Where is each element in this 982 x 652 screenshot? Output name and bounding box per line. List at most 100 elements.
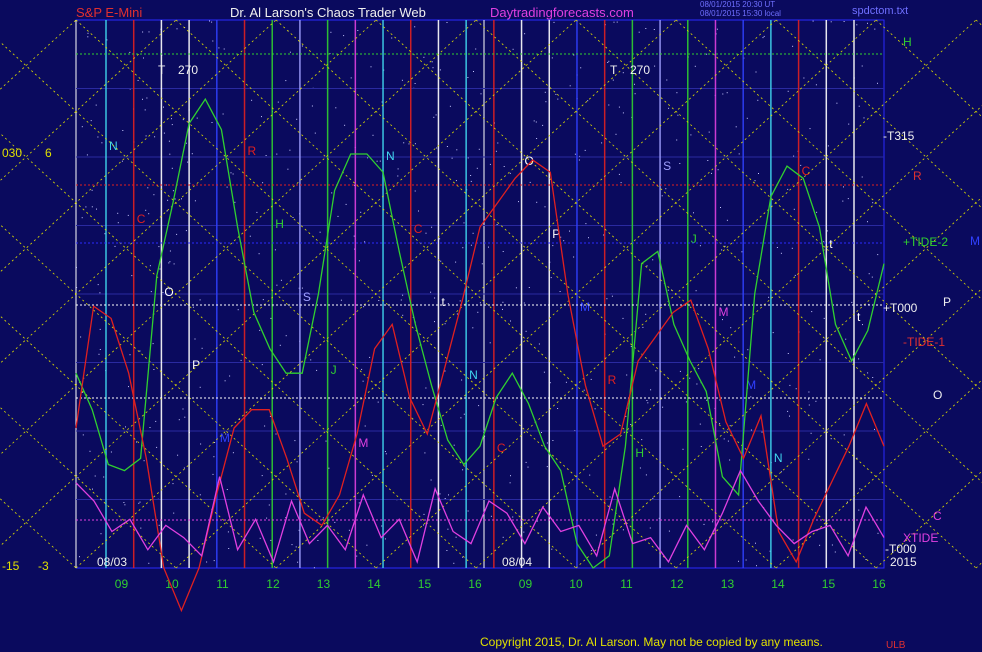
star-dot bbox=[845, 338, 847, 340]
star-dot bbox=[478, 148, 480, 150]
star-dot bbox=[81, 392, 83, 393]
star-dot bbox=[756, 565, 757, 567]
star-dot bbox=[364, 241, 366, 243]
timeline-letter: H bbox=[275, 217, 284, 231]
star-dot bbox=[432, 67, 434, 69]
star-dot bbox=[444, 370, 446, 372]
star-dot bbox=[206, 561, 208, 563]
timeline-letter: N bbox=[469, 368, 478, 382]
star-dot bbox=[518, 201, 519, 203]
star-dot bbox=[645, 313, 647, 315]
star-dot bbox=[646, 265, 648, 267]
star-dot bbox=[794, 274, 796, 276]
star-dot bbox=[99, 328, 101, 330]
star-dot bbox=[168, 262, 170, 264]
star-dot bbox=[328, 467, 330, 469]
star-dot bbox=[191, 153, 193, 155]
star-dot bbox=[823, 317, 825, 319]
star-dot bbox=[503, 166, 505, 167]
star-dot bbox=[200, 443, 202, 445]
copyright-corner: ULB bbox=[886, 640, 906, 651]
star-dot bbox=[449, 105, 451, 107]
star-dot bbox=[447, 528, 449, 530]
star-dot bbox=[97, 284, 99, 286]
star-dot bbox=[642, 326, 644, 328]
star-dot bbox=[780, 471, 782, 473]
star-dot bbox=[525, 330, 527, 332]
star-dot bbox=[480, 93, 482, 95]
star-dot bbox=[655, 370, 657, 372]
star-dot bbox=[862, 324, 863, 326]
star-dot bbox=[754, 180, 756, 182]
star-dot bbox=[479, 302, 481, 304]
star-dot bbox=[831, 544, 833, 546]
star-dot bbox=[734, 356, 736, 358]
star-dot bbox=[266, 517, 268, 519]
star-dot bbox=[787, 410, 789, 412]
star-dot bbox=[81, 217, 83, 219]
star-dot bbox=[872, 377, 874, 378]
star-dot bbox=[185, 230, 187, 232]
star-dot bbox=[391, 37, 393, 39]
star-dot bbox=[301, 287, 303, 289]
star-dot bbox=[758, 173, 759, 174]
star-dot bbox=[194, 200, 196, 202]
timeline-letter: N bbox=[386, 149, 395, 163]
timeline-letter: M bbox=[358, 436, 368, 450]
star-dot bbox=[791, 247, 793, 249]
star-dot bbox=[475, 48, 477, 50]
star-dot bbox=[559, 291, 561, 292]
star-dot bbox=[634, 93, 636, 95]
star-dot bbox=[496, 224, 498, 225]
star-dot bbox=[858, 105, 860, 107]
star-dot bbox=[611, 295, 613, 297]
star-dot bbox=[173, 512, 175, 514]
star-dot bbox=[711, 172, 712, 174]
star-dot bbox=[489, 163, 491, 165]
star-dot bbox=[145, 135, 147, 137]
star-dot bbox=[362, 380, 364, 382]
star-dot bbox=[668, 530, 670, 532]
star-dot bbox=[730, 327, 732, 329]
star-dot bbox=[574, 153, 576, 155]
star-dot bbox=[455, 536, 457, 538]
star-dot bbox=[456, 313, 458, 315]
star-dot bbox=[512, 48, 514, 50]
star-dot bbox=[787, 188, 789, 190]
star-dot bbox=[874, 428, 875, 430]
x-tick-label: 15 bbox=[822, 577, 836, 591]
star-dot bbox=[544, 91, 546, 93]
star-dot bbox=[232, 173, 234, 175]
star-dot bbox=[268, 504, 270, 506]
x-tick-label: 15 bbox=[418, 577, 432, 591]
star-dot bbox=[276, 284, 278, 286]
star-dot bbox=[847, 198, 849, 200]
star-dot bbox=[182, 408, 184, 410]
star-dot bbox=[296, 118, 298, 120]
star-dot bbox=[97, 136, 99, 138]
star-dot bbox=[86, 154, 88, 156]
star-dot bbox=[446, 22, 448, 23]
x-tick-label: 10 bbox=[569, 577, 583, 591]
star-dot bbox=[131, 275, 133, 277]
star-dot bbox=[435, 114, 437, 116]
star-dot bbox=[706, 53, 708, 55]
x-tick-label: 11 bbox=[620, 577, 633, 591]
star-dot bbox=[646, 400, 648, 401]
star-dot bbox=[448, 494, 449, 496]
star-dot bbox=[99, 292, 101, 294]
star-dot bbox=[384, 451, 386, 452]
star-dot bbox=[647, 402, 649, 404]
star-dot bbox=[127, 214, 129, 216]
timeline-letter: M bbox=[718, 305, 728, 319]
star-dot bbox=[729, 425, 731, 427]
star-dot bbox=[738, 153, 740, 155]
site-link[interactable]: Daytradingforecasts.com bbox=[490, 6, 634, 19]
star-dot bbox=[262, 299, 264, 301]
star-dot bbox=[240, 359, 242, 361]
star-dot bbox=[297, 561, 299, 563]
star-dot bbox=[546, 442, 548, 444]
star-dot bbox=[369, 356, 371, 358]
star-dot bbox=[408, 143, 410, 145]
star-dot bbox=[234, 201, 236, 203]
